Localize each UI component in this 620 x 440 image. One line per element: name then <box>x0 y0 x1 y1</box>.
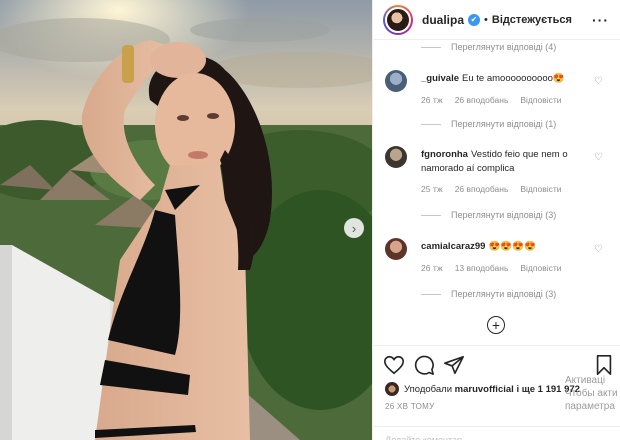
commenter-username[interactable]: camialcaraz99 <box>421 241 485 252</box>
comment-text: fgnoronha Vestido feio que nem o namorado… <box>421 148 591 176</box>
reply-button[interactable]: Відповісти <box>520 95 561 105</box>
comment-age: 26 тж <box>421 95 443 105</box>
like-comment-icon[interactable]: ♡ <box>594 152 603 163</box>
comment-icon[interactable] <box>413 354 435 376</box>
reply-button[interactable]: Відповісти <box>520 184 561 194</box>
add-comment-input[interactable]: Додайте коментар... <box>373 426 620 440</box>
post-time: 26 ХВ ТОМУ <box>385 402 435 411</box>
like-icon[interactable] <box>383 354 405 376</box>
header-separator: • <box>484 13 488 26</box>
comment-body: 😍😍😍😍 <box>488 241 536 252</box>
view-replies-button[interactable]: Переглянути відповіді (3) <box>421 210 556 220</box>
commenter-avatar[interactable] <box>385 238 407 260</box>
post-side-panel: dualipa ✔ • Відстежується ··· Переглянут… <box>372 0 620 440</box>
liked-by-user[interactable]: maruvofficial <box>455 384 514 395</box>
comments-list[interactable]: Переглянути відповіді (4) _guivale Eu te … <box>373 40 620 345</box>
author-username[interactable]: dualipa <box>422 13 464 27</box>
view-replies-button[interactable]: Переглянути відповіді (3) <box>421 289 556 299</box>
like-comment-icon[interactable]: ♡ <box>594 76 603 87</box>
comment-text: camialcaraz99 😍😍😍😍 <box>421 240 591 254</box>
post-photo[interactable]: › <box>0 0 372 440</box>
commenter-username[interactable]: fgnoronha <box>421 149 468 160</box>
comment-meta: 25 тж 26 вподобань Відповісти <box>421 184 574 194</box>
commenter-avatar[interactable] <box>385 146 407 168</box>
next-photo-button[interactable]: › <box>344 218 364 238</box>
post-header: dualipa ✔ • Відстежується ··· <box>373 0 620 40</box>
save-icon[interactable] <box>593 354 615 376</box>
liked-by[interactable]: Уподобали maruvofficial і ще 1 191 972 <box>385 382 580 396</box>
following-button[interactable]: Відстежується <box>492 14 572 26</box>
share-icon[interactable] <box>443 354 465 376</box>
comment-likes[interactable]: 26 вподобань <box>455 95 509 105</box>
post-actions: Уподобали maruvofficial і ще 1 191 972 2… <box>373 345 620 440</box>
windows-activation-watermark: Активаці Чтобы акти параметра <box>565 375 618 412</box>
comment-body: Eu te amoooooooooo😍 <box>462 73 565 84</box>
load-more-comments-icon[interactable]: + <box>487 316 505 334</box>
comment-likes[interactable]: 13 вподобань <box>455 263 509 273</box>
like-comment-icon[interactable]: ♡ <box>594 244 603 255</box>
commenter-avatar[interactable] <box>385 70 407 92</box>
reply-button[interactable]: Відповісти <box>520 263 561 273</box>
liked-by-prefix: Уподобали <box>404 383 453 395</box>
comment-age: 25 тж <box>421 184 443 194</box>
liker-avatar <box>385 382 399 396</box>
verified-icon: ✔ <box>468 13 481 26</box>
comment-age: 26 тж <box>421 263 443 273</box>
view-replies-button[interactable]: Переглянути відповіді (1) <box>421 119 556 129</box>
photo-image <box>0 0 372 440</box>
comment-text: _guivale Eu te amoooooooooo😍 <box>421 72 591 86</box>
commenter-username[interactable]: _guivale <box>421 73 459 84</box>
comment-meta: 26 тж 26 вподобань Відповісти <box>421 95 574 105</box>
more-options-icon[interactable]: ··· <box>592 12 609 28</box>
comment-likes[interactable]: 26 вподобань <box>455 184 509 194</box>
author-avatar[interactable] <box>383 4 413 35</box>
view-replies-button[interactable]: Переглянути відповіді (4) <box>421 42 556 52</box>
comment-meta: 26 тж 13 вподобань Відповісти <box>421 263 574 273</box>
